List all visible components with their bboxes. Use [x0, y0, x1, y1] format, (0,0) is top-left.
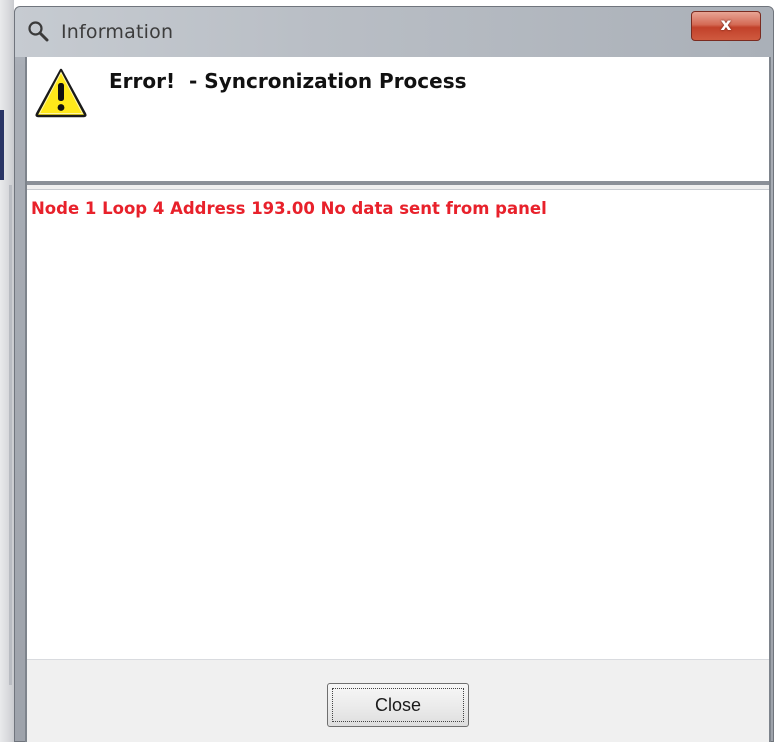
screen: Information x Error! - Syncronization Pr… — [0, 0, 774, 742]
message-body: Node 1 Loop 4 Address 193.00 No data sen… — [27, 189, 769, 659]
close-x-icon: x — [720, 15, 732, 35]
close-button[interactable]: Close — [327, 683, 469, 727]
close-button-label: Close — [374, 695, 422, 715]
dialog-title: Information — [61, 21, 174, 43]
message-title: Error! - Syncronization Process — [109, 69, 467, 93]
background-window-divider — [9, 185, 12, 685]
message-header: Error! - Syncronization Process — [27, 57, 769, 185]
dialog-footer: Close — [27, 659, 769, 742]
error-message-text: Node 1 Loop 4 Address 193.00 No data sen… — [31, 199, 547, 218]
dialog-titlebar[interactable]: Information x — [15, 7, 773, 57]
warning-icon — [35, 68, 87, 118]
background-window-accent — [0, 110, 4, 180]
dialog-client-area: Error! - Syncronization Process Node 1 L… — [25, 57, 771, 742]
magnifier-icon — [28, 21, 49, 42]
information-dialog: Information x Error! - Syncronization Pr… — [14, 6, 774, 742]
window-close-button[interactable]: x — [691, 11, 761, 41]
background-window-edge — [0, 0, 14, 742]
